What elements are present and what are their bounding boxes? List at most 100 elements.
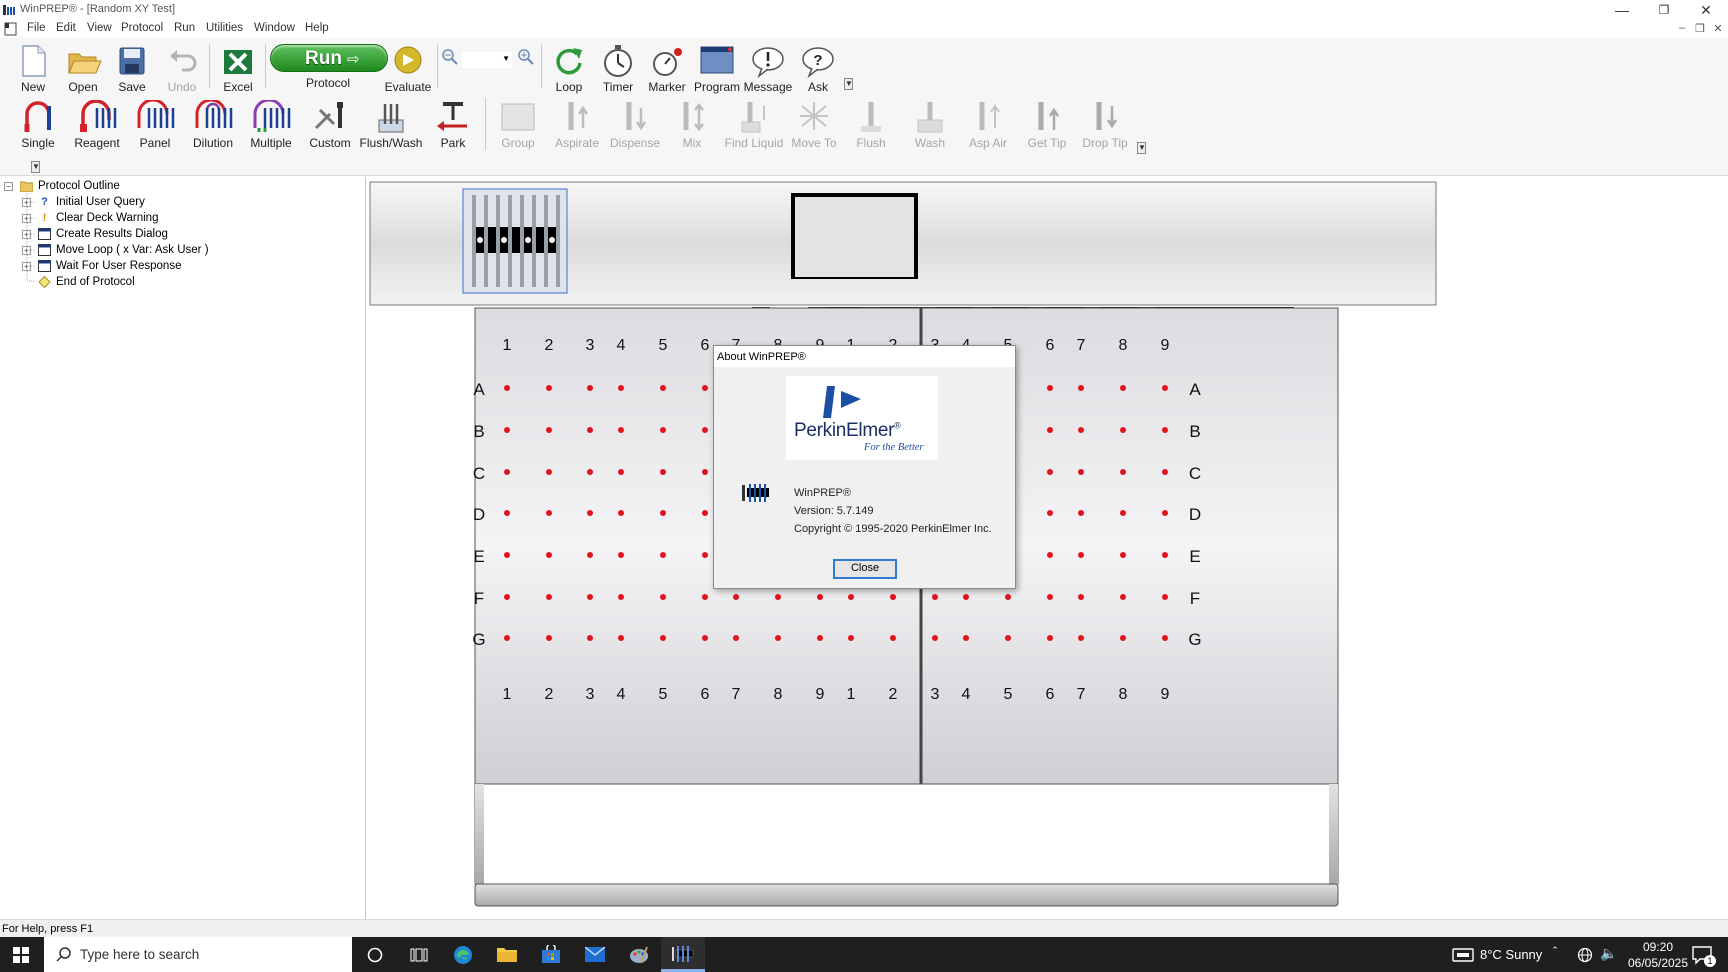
restore-button[interactable]: ❐ [1644, 0, 1684, 20]
undo-button[interactable]: Undo [154, 40, 210, 94]
well[interactable] [1162, 469, 1168, 475]
well[interactable] [1120, 469, 1126, 475]
well[interactable] [1162, 594, 1168, 600]
menu-window[interactable]: Window [254, 22, 295, 34]
well[interactable] [660, 469, 666, 475]
close-button[interactable]: Close [833, 559, 897, 579]
menu-view[interactable]: View [87, 22, 112, 34]
well[interactable] [702, 385, 708, 391]
well[interactable] [660, 427, 666, 433]
well[interactable] [618, 594, 624, 600]
well[interactable] [504, 594, 510, 600]
clock-time[interactable]: 09:20 [1633, 940, 1683, 954]
asp-air-button[interactable]: Asp Air [960, 96, 1016, 150]
group-button[interactable]: Group [490, 96, 546, 150]
show-hidden-icons-chevron-icon[interactable]: ˆ [1553, 944, 1557, 959]
evaluate-button[interactable]: Evaluate [380, 40, 436, 94]
well[interactable] [1162, 552, 1168, 558]
find-liquid-button[interactable]: Find Liquid [725, 96, 783, 150]
toolbar3-overflow-button[interactable]: ▼ [31, 161, 40, 173]
well[interactable] [733, 635, 739, 641]
aspirate-button[interactable]: Aspirate [549, 96, 605, 150]
mail-button[interactable] [573, 937, 617, 972]
store-button[interactable] [529, 937, 573, 972]
toolbar-overflow-button[interactable]: ▼ [844, 78, 853, 90]
file-explorer-button[interactable] [485, 937, 529, 972]
well[interactable] [546, 635, 552, 641]
mdi-restore-button[interactable]: ❐ [1692, 22, 1708, 35]
well[interactable] [618, 385, 624, 391]
well[interactable] [1047, 385, 1053, 391]
ask-button[interactable]: ? Ask [790, 40, 846, 94]
well[interactable] [848, 635, 854, 641]
cortana-button[interactable] [353, 937, 397, 972]
well[interactable] [1005, 635, 1011, 641]
well[interactable] [618, 552, 624, 558]
well[interactable] [546, 427, 552, 433]
menu-file[interactable]: File [27, 22, 46, 34]
well[interactable] [733, 594, 739, 600]
wash-station[interactable] [791, 193, 918, 279]
panel-button[interactable]: Panel [127, 96, 183, 150]
well[interactable] [618, 469, 624, 475]
well[interactable] [504, 510, 510, 516]
well[interactable] [1078, 594, 1084, 600]
zoom-select[interactable]: ▼ [462, 52, 512, 68]
well[interactable] [587, 594, 593, 600]
weather-widget-icon[interactable] [1452, 948, 1474, 962]
well[interactable] [702, 552, 708, 558]
menu-run[interactable]: Run [174, 22, 195, 34]
well[interactable] [587, 552, 593, 558]
taskbar-search-box[interactable]: Type here to search [44, 937, 352, 972]
weather-text[interactable]: 8°C Sunny [1480, 947, 1542, 962]
well[interactable] [1047, 594, 1053, 600]
flush-button[interactable]: Flush [843, 96, 899, 150]
well[interactable] [587, 469, 593, 475]
well[interactable] [817, 594, 823, 600]
toolbar2-overflow-button[interactable]: ▼ [1137, 142, 1146, 154]
well[interactable] [1120, 594, 1126, 600]
mix-button[interactable]: Mix [664, 96, 720, 150]
well[interactable] [504, 385, 510, 391]
well[interactable] [1047, 510, 1053, 516]
move-to-button[interactable]: Move To [786, 96, 842, 150]
task-view-button[interactable] [397, 937, 441, 972]
menu-protocol[interactable]: Protocol [121, 22, 163, 34]
well[interactable] [504, 427, 510, 433]
well[interactable] [1078, 385, 1084, 391]
well[interactable] [587, 385, 593, 391]
clock-date[interactable]: 06/05/2025 [1617, 956, 1699, 970]
well[interactable] [660, 510, 666, 516]
well[interactable] [1078, 427, 1084, 433]
well[interactable] [775, 635, 781, 641]
dispense-button[interactable]: Dispense [607, 96, 663, 150]
well[interactable] [890, 635, 896, 641]
well[interactable] [963, 635, 969, 641]
well[interactable] [932, 635, 938, 641]
drop-tip-button[interactable]: Drop Tip [1077, 96, 1133, 150]
wash-button[interactable]: Wash [902, 96, 958, 150]
park-button[interactable]: Park [425, 96, 481, 150]
well[interactable] [1162, 510, 1168, 516]
edge-taskbar-button[interactable] [441, 937, 485, 972]
single-button[interactable]: Single [10, 96, 66, 150]
menu-help[interactable]: Help [305, 22, 329, 34]
flush-wash-button[interactable]: Flush/Wash [360, 96, 422, 150]
excel-button[interactable]: Excel [210, 40, 266, 94]
well[interactable] [587, 635, 593, 641]
custom-button[interactable]: Custom [302, 96, 358, 150]
well[interactable] [702, 427, 708, 433]
well[interactable] [1162, 427, 1168, 433]
well[interactable] [1078, 469, 1084, 475]
well[interactable] [546, 594, 552, 600]
well[interactable] [1162, 635, 1168, 641]
well[interactable] [546, 385, 552, 391]
volume-icon[interactable]: 🔈 [1600, 945, 1617, 962]
zoom-out-icon[interactable] [441, 48, 459, 66]
well[interactable] [660, 385, 666, 391]
well[interactable] [702, 469, 708, 475]
well[interactable] [817, 635, 823, 641]
well[interactable] [618, 427, 624, 433]
well[interactable] [1047, 469, 1053, 475]
menu-utilities[interactable]: Utilities [206, 22, 243, 34]
